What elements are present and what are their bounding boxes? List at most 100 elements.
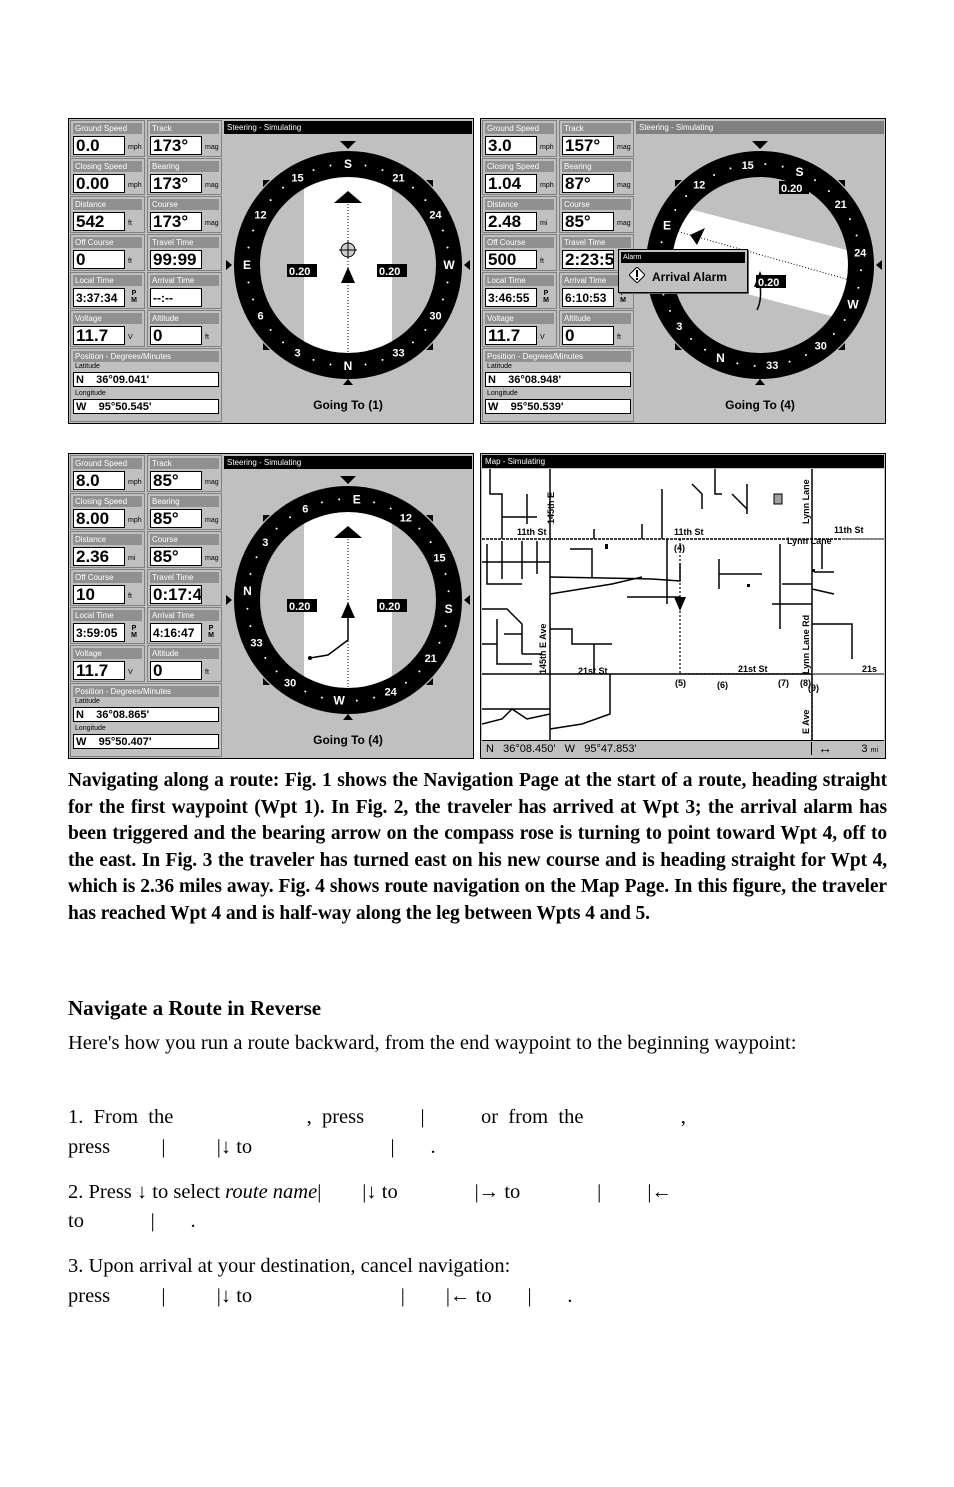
field-distance[interactable]: Distance 542 ft <box>70 196 145 233</box>
field-bearing[interactable]: Bearing 87° mag <box>559 158 634 195</box>
field-voltage[interactable]: Voltage 11.7 V <box>482 310 557 347</box>
field-value: 2.48 <box>485 212 537 231</box>
field-label: Course <box>150 534 219 545</box>
compass-tick <box>373 696 376 699</box>
compass-tick <box>781 165 784 168</box>
field-arrival-time[interactable]: Arrival Time --:-- <box>147 272 222 309</box>
field-travel-time[interactable]: Travel Time 99:99 <box>147 234 222 271</box>
field-label: Ground Speed <box>485 123 554 134</box>
alarm-title: Alarm <box>621 252 745 263</box>
field-label: Track <box>150 458 219 469</box>
field-unit: mag <box>205 517 219 524</box>
compass-rose: N 3 6 E 12 15 S 21 24 W 30 33 0.20 0.20 <box>226 141 470 385</box>
field-unit: ft <box>617 334 621 341</box>
field-bearing[interactable]: Bearing 85° mag <box>147 493 222 530</box>
field-label: Voltage <box>73 313 142 324</box>
field-value: 173° <box>150 212 202 231</box>
field-track[interactable]: Track 85° mag <box>147 455 222 492</box>
map-status-bar: N 36°08.450' W 95°47.853' ↔ 3 mi <box>482 740 884 757</box>
field-local-time[interactable]: Local Time 3:59:05 PM <box>70 607 145 644</box>
step-2-text: 2. Press ↓ to select <box>68 1181 226 1203</box>
field-unit: mag <box>205 220 219 227</box>
field-off-course[interactable]: Off Course 10 ft <box>70 569 145 606</box>
field-course[interactable]: Course 85° mag <box>147 531 222 568</box>
compass-tick <box>446 281 449 284</box>
field-value: 8.00 <box>73 509 125 528</box>
field-local-time[interactable]: Local Time 3:46:55 PM <box>482 272 557 309</box>
field-course[interactable]: Course 173° mag <box>147 196 222 233</box>
compass-tick <box>255 556 258 559</box>
field-ground-speed[interactable]: Ground Speed 3.0 mph <box>482 120 557 157</box>
compass-label: 12 <box>400 512 412 524</box>
field-closing-speed[interactable]: Closing Speed 0.00 mph <box>70 158 145 195</box>
compass-tick <box>438 641 441 644</box>
figure-3-navigation-page: Ground Speed 8.0 mph Track 85° mag Closi… <box>68 453 474 759</box>
compass-tick <box>411 186 414 189</box>
field-ground-speed[interactable]: Ground Speed 0.0 mph <box>70 120 145 157</box>
field-track[interactable]: Track 173° mag <box>147 120 222 157</box>
field-label: Voltage <box>485 313 554 324</box>
field-voltage[interactable]: Voltage 11.7 V <box>70 310 145 347</box>
field-value: 542 <box>73 212 125 231</box>
field-travel-time[interactable]: Travel Time 0:17:42 <box>147 569 222 606</box>
compass-tick <box>690 337 693 340</box>
field-arrival-time[interactable]: Arrival Time 4:16:47 PM <box>147 607 222 644</box>
field-local-time[interactable]: Local Time 3:37:34 PM <box>70 272 145 309</box>
field-off-course[interactable]: Off Course 500 ft <box>482 234 557 271</box>
compass-tick <box>247 281 250 284</box>
field-ground-speed[interactable]: Ground Speed 8.0 mph <box>70 455 145 492</box>
field-off-course[interactable]: Off Course 0 ft <box>70 234 145 271</box>
latitude-label: Latitude <box>487 363 512 370</box>
field-value: 11.7 <box>73 661 125 680</box>
field-unit: mph <box>128 479 142 486</box>
compass-tick <box>252 229 255 232</box>
field-unit: mag <box>617 220 631 227</box>
field-track[interactable]: Track 157° mag <box>559 120 634 157</box>
compass-label: S <box>344 157 352 171</box>
field-value: 0 <box>150 326 202 345</box>
field-bearing[interactable]: Bearing 173° mag <box>147 158 222 195</box>
field-distance[interactable]: Distance 2.36 mi <box>70 531 145 568</box>
field-label: Closing Speed <box>73 496 142 507</box>
field-value: 85° <box>150 509 202 528</box>
field-value: 4:16:47 <box>150 623 202 642</box>
field-altitude[interactable]: Altitude 0 ft <box>147 645 222 682</box>
field-altitude[interactable]: Altitude 0 ft <box>559 310 634 347</box>
compass-rose: N 3 6 E 12 15 S 21 24 W 30 33 0.20 0.20 <box>226 476 470 720</box>
latitude-label: Latitude <box>75 698 100 705</box>
field-unit: mag <box>205 555 219 562</box>
field-closing-speed[interactable]: Closing Speed 1.04 mph <box>482 158 557 195</box>
map-scale: ↔ 3 mi <box>811 740 882 756</box>
waypoint-label: (5) <box>675 678 686 688</box>
field-label: Track <box>562 123 631 134</box>
compass-label: 24 <box>429 210 442 222</box>
field-value: 0 <box>73 250 125 269</box>
arrival-alarm-dialog[interactable]: Alarm Arrival Alarm <box>618 249 748 293</box>
compass-tick <box>713 174 716 176</box>
field-altitude[interactable]: Altitude 0 ft <box>147 310 222 347</box>
compass-tick <box>269 328 272 331</box>
field-distance[interactable]: Distance 2.48 mi <box>482 196 557 233</box>
field-unit: mi <box>540 220 548 227</box>
compass-label: 6 <box>302 504 308 516</box>
field-closing-speed[interactable]: Closing Speed 8.00 mph <box>70 493 145 530</box>
compass-label: 15 <box>742 160 754 172</box>
heading-marker-icon <box>340 476 356 484</box>
map-label-145th-ave: 145th E Ave <box>538 624 548 674</box>
field-value: 0 <box>150 661 202 680</box>
field-unit: mag <box>617 182 631 189</box>
field-value: 2:23:58 <box>562 250 614 269</box>
field-label: Bearing <box>150 161 219 172</box>
compass-tick <box>674 209 677 211</box>
field-unit: ft <box>205 669 209 676</box>
step-2-line-1: 2. Press ↓ to select route name| |↓ to |… <box>68 1177 887 1207</box>
map-view[interactable]: 11th St 11th St 11th St Lynn Lane 21st S… <box>482 469 884 741</box>
longitude-value: W 95°50.539' <box>485 399 631 414</box>
field-unit: mi <box>128 555 136 562</box>
compass-tick <box>736 362 739 365</box>
field-course[interactable]: Course 85° mag <box>559 196 634 233</box>
compass-tick <box>275 527 278 530</box>
compass-tick <box>355 699 358 702</box>
field-voltage[interactable]: Voltage 11.7 V <box>70 645 145 682</box>
longitude-value: W 95°50.407' <box>73 734 219 749</box>
